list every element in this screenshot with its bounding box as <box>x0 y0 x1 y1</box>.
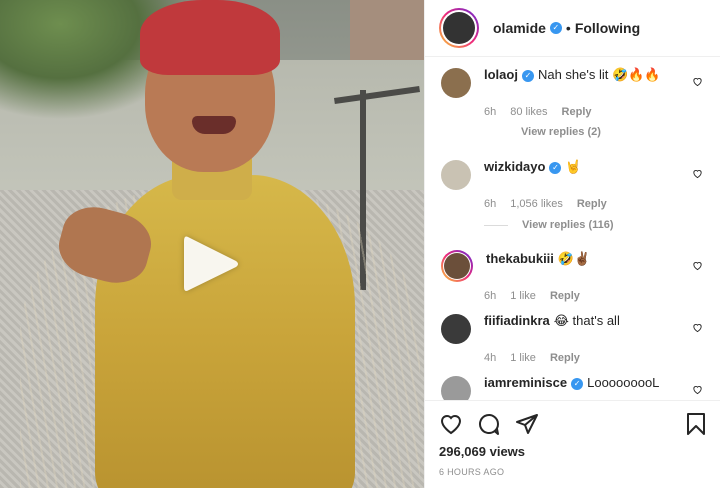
view-replies-button[interactable]: View replies (116) <box>484 219 614 231</box>
comment-item: fiifiadinkra 😂 that's all 4h 1 like Reply <box>425 312 720 364</box>
heart-icon[interactable] <box>692 260 703 271</box>
commenter-avatar-ring[interactable] <box>441 250 473 282</box>
comment-body: 😂 that's all <box>553 313 620 328</box>
heart-icon[interactable] <box>692 168 703 179</box>
comment-icon <box>479 414 499 435</box>
comment-text: thekabukiii 🤣✌🏾 <box>486 250 707 268</box>
heart-icon[interactable] <box>692 384 703 395</box>
person-hair <box>140 0 280 75</box>
post-actions: 296,069 views 6 HOURS AGO <box>425 400 720 488</box>
comment-username[interactable]: iamreminisce <box>484 375 567 390</box>
bookmark-icon <box>687 413 705 435</box>
commenter-avatar[interactable] <box>441 68 471 98</box>
verified-badge-icon: ✓ <box>571 377 584 390</box>
reply-button[interactable]: Reply <box>550 290 580 302</box>
comment-username[interactable]: wizkidayo <box>484 159 545 174</box>
commenter-avatar[interactable] <box>441 314 471 344</box>
comment-likes[interactable]: 1 like <box>510 352 536 364</box>
comment-item: wizkidayo ✓ 🤘 6h 1,056 likes Reply <box>425 158 720 210</box>
save-button[interactable] <box>685 412 707 436</box>
comment-likes[interactable]: 1,056 likes <box>510 198 563 210</box>
comment-text: fiifiadinkra 😂 that's all <box>484 312 707 330</box>
comment-meta: 4h 1 like Reply <box>484 352 707 364</box>
comment-time: 6h <box>484 198 497 210</box>
view-replies-button[interactable]: View replies (2) <box>521 126 601 138</box>
commenter-avatar[interactable] <box>441 160 471 190</box>
reply-button[interactable]: Reply <box>550 352 580 364</box>
heart-icon <box>440 415 462 435</box>
heart-icon[interactable] <box>692 76 703 87</box>
like-button[interactable] <box>439 412 463 436</box>
comment-item: lolaoj ✓ Nah she's lit 🤣🔥🔥 6h 80 likes Rep… <box>425 66 720 118</box>
separator-dot: • <box>565 20 571 36</box>
play-icon <box>184 236 238 291</box>
comment-meta: 6h 1 like Reply <box>484 290 707 302</box>
comment-text: lolaoj ✓ Nah she's lit 🤣🔥🔥 <box>484 66 707 84</box>
comment-body: 🤣✌🏾 <box>557 251 591 266</box>
video-player[interactable] <box>0 0 424 488</box>
view-replies-label: View replies (2) <box>521 126 601 138</box>
verified-badge-icon: ✓ <box>549 161 562 174</box>
verified-badge-icon: ✓ <box>521 69 534 82</box>
comment-meta: 6h 80 likes Reply <box>484 106 707 118</box>
comment-username[interactable]: thekabukiii <box>486 251 554 266</box>
comment-text: wizkidayo ✓ 🤘 <box>484 158 707 176</box>
comment-meta: 6h 1,056 likes Reply <box>484 198 707 210</box>
comment-time: 6h <box>484 290 497 302</box>
following-button[interactable]: Following <box>575 20 640 36</box>
background-building <box>350 0 424 60</box>
comment-body: LooooooooL <box>587 375 660 390</box>
post-timestamp: 6 HOURS AGO <box>439 467 505 477</box>
commenter-avatar[interactable] <box>444 253 470 279</box>
comments-list: lolaoj ✓ Nah she's lit 🤣🔥🔥 6h 80 likes Rep… <box>425 57 720 400</box>
author-username[interactable]: olamide <box>493 20 546 36</box>
comment-body: 🤘 <box>565 159 582 174</box>
comment-item: iamreminisce ✓ LooooooooL <box>425 374 720 400</box>
share-button[interactable] <box>515 412 539 436</box>
play-button[interactable] <box>181 233 241 295</box>
post-header: olamide ✓ • Following <box>425 0 720 57</box>
post-panel: olamide ✓ • Following lolaoj ✓ Nah she's l… <box>424 0 720 488</box>
view-replies-label: View replies (116) <box>522 219 614 231</box>
comment-likes[interactable]: 1 like <box>510 290 536 302</box>
reply-button[interactable]: Reply <box>562 106 592 118</box>
verified-badge-icon: ✓ <box>549 22 562 34</box>
comment-time: 6h <box>484 106 497 118</box>
comment-time: 4h <box>484 352 497 364</box>
comment-body: Nah she's lit 🤣🔥🔥 <box>537 67 661 82</box>
action-icons <box>425 401 720 437</box>
avatar[interactable] <box>443 12 475 44</box>
commenter-avatar[interactable] <box>441 376 471 400</box>
reply-button[interactable]: Reply <box>577 198 607 210</box>
heart-icon[interactable] <box>692 322 703 333</box>
replies-divider <box>484 224 508 226</box>
comment-text: iamreminisce ✓ LooooooooL <box>484 374 707 392</box>
comment-username[interactable]: lolaoj <box>484 67 518 82</box>
author-avatar-ring[interactable] <box>439 8 479 48</box>
comment-username[interactable]: fiifiadinkra <box>484 313 550 328</box>
view-count[interactable]: 296,069 views <box>425 437 720 459</box>
share-icon <box>516 414 538 434</box>
comment-button[interactable] <box>477 412 501 436</box>
person-mouth <box>192 116 236 134</box>
comment-item: thekabukiii 🤣✌🏾 6h 1 like Reply <box>425 250 720 302</box>
comment-likes[interactable]: 80 likes <box>510 106 547 118</box>
